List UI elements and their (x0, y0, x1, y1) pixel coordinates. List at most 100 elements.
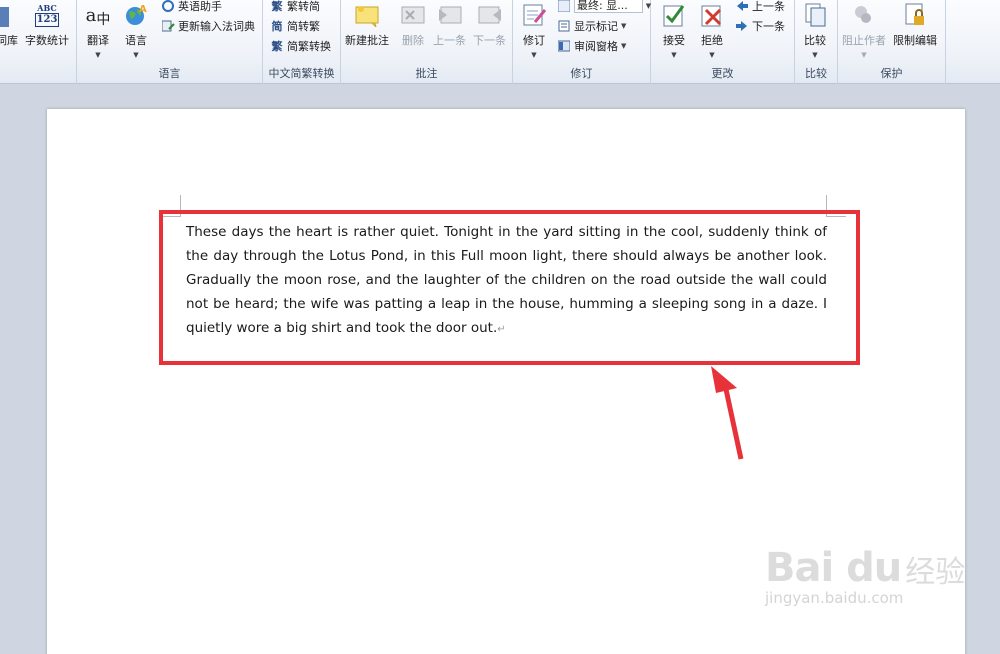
block-authors-icon (851, 2, 877, 28)
thesaurus-icon (0, 6, 20, 28)
track-changes-button[interactable]: 修订 ▼ (521, 0, 547, 59)
simp-to-trad-button[interactable]: 简 简转繁 (270, 17, 321, 35)
block-authors-button[interactable]: 阻止作者 ▼ (842, 0, 886, 59)
conversion-icon: 繁 (271, 40, 283, 53)
trad-to-simp-button[interactable]: 繁 繁转简 (270, 0, 321, 15)
watermark-cn: 经验 (905, 555, 966, 590)
language-label: 语言 (125, 34, 147, 47)
new-comment-label: 新建批注 (345, 34, 389, 47)
trad-to-simp-icon: 繁 (271, 0, 283, 13)
group-label-language: 语言 (158, 67, 181, 80)
reject-icon (699, 2, 725, 28)
thesaurus-label: 词库 (0, 34, 18, 47)
simp-to-trad-icon: 简 (271, 20, 283, 33)
conversion-button[interactable]: 繁 简繁转换 (270, 37, 332, 55)
update-ime-dict-icon (161, 19, 175, 33)
reject-button[interactable]: 拒绝 ▼ (699, 0, 725, 59)
group-compare: 比较 ▼ 比较 (795, 0, 838, 84)
new-comment-button[interactable]: 新建批注 (345, 0, 389, 48)
highlight-box (159, 210, 860, 365)
next-change-label: 下一条 (752, 20, 785, 33)
next-change-button[interactable]: 下一条 (735, 17, 785, 35)
compare-label: 比较 (804, 34, 826, 47)
block-authors-dropdown-icon[interactable]: ▼ (861, 52, 866, 59)
translate-label: 翻译 (87, 34, 109, 47)
word-count-label: 字数统计 (25, 34, 69, 47)
num-badge: 123 (34, 12, 60, 27)
group-proofing: 词库 ABC 123 字数统计 (0, 0, 77, 84)
english-assistant-button[interactable]: 英语助手 (161, 0, 222, 15)
reviewing-pane-chevron-icon[interactable]: ▼ (621, 42, 626, 50)
reviewing-pane-label: 审阅窗格 (574, 40, 618, 53)
restrict-editing-button[interactable]: 限制编辑 (893, 0, 937, 48)
translate-button[interactable]: a中 翻译 ▼ (83, 0, 113, 59)
group-changes: 接受 ▼ 拒绝 ▼ 上一条 下一条 更改 (651, 0, 795, 84)
update-ime-dict-button[interactable]: 更新输入法词典 (161, 17, 255, 35)
group-chinese-conversion: 繁 繁转简 简 简转繁 繁 简繁转换 中文简繁转换 (263, 0, 341, 84)
reject-label: 拒绝 (701, 34, 723, 47)
previous-comment-label: 上一条 (433, 34, 466, 47)
display-for-review-dropdown[interactable]: 最终: 显... ▼ (557, 0, 651, 15)
group-label-comments: 批注 (415, 67, 438, 80)
thesaurus-button[interactable]: 词库 (0, 4, 20, 48)
track-changes-icon (521, 2, 547, 28)
translate-icon: a中 (85, 4, 111, 29)
language-dropdown-icon[interactable]: ▼ (133, 52, 138, 59)
show-markup-button[interactable]: 显示标记 ▼ (557, 17, 626, 35)
previous-comment-button[interactable]: 上一条 (433, 0, 466, 48)
group-label-protect: 保护 (880, 67, 903, 80)
previous-change-label: 上一条 (752, 0, 785, 13)
svg-text:A: A (139, 4, 147, 15)
english-assistant-icon (161, 0, 175, 13)
language-globe-icon: A (123, 2, 149, 28)
delete-comment-icon (400, 2, 426, 28)
ribbon: 词库 ABC 123 字数统计 a中 翻译 ▼ A 语言 ▼ 英语助手 更新输入… (0, 0, 1000, 84)
new-comment-icon (354, 2, 380, 28)
conversion-label: 简繁转换 (287, 40, 331, 53)
next-change-icon (735, 19, 749, 33)
previous-change-icon (735, 0, 749, 13)
group-language: a中 翻译 ▼ A 语言 ▼ 英语助手 更新输入法词典 语言 (77, 0, 263, 84)
previous-change-button[interactable]: 上一条 (735, 0, 785, 15)
block-authors-label: 阻止作者 (842, 34, 886, 47)
accept-dropdown-icon[interactable]: ▼ (671, 52, 676, 59)
group-protect: 阻止作者 ▼ 限制编辑 保护 (838, 0, 946, 84)
accept-label: 接受 (663, 34, 685, 47)
baidu-watermark: Bai du 经验 jingyan.baidu.com (765, 545, 985, 635)
watermark-logo: Bai du (765, 545, 902, 591)
delete-comment-button[interactable]: 删除 (400, 0, 426, 48)
group-label-changes: 更改 (711, 67, 734, 80)
compare-button[interactable]: 比较 ▼ (802, 0, 828, 59)
reviewing-pane-icon (557, 39, 571, 53)
reject-dropdown-icon[interactable]: ▼ (709, 52, 714, 59)
show-markup-icon (557, 19, 571, 33)
show-markup-label: 显示标记 (574, 20, 618, 33)
simp-to-trad-label: 简转繁 (287, 20, 320, 33)
reviewing-pane-button[interactable]: 审阅窗格 ▼ (557, 37, 626, 55)
delete-comment-label: 删除 (402, 34, 424, 47)
update-ime-dict-label: 更新输入法词典 (178, 20, 255, 33)
word-count-button[interactable]: ABC 123 字数统计 (25, 0, 69, 48)
group-comments: 新建批注 删除 上一条 下一条 批注 (341, 0, 513, 84)
track-changes-label: 修订 (523, 34, 545, 47)
trad-to-simp-label: 繁转简 (287, 0, 320, 13)
accept-button[interactable]: 接受 ▼ (661, 0, 687, 59)
previous-comment-icon (437, 2, 463, 28)
translate-dropdown-icon[interactable]: ▼ (95, 52, 100, 59)
compare-dropdown-icon[interactable]: ▼ (812, 52, 817, 59)
track-changes-dropdown-icon[interactable]: ▼ (531, 52, 536, 59)
language-button[interactable]: A 语言 ▼ (123, 0, 149, 59)
restrict-editing-icon (902, 2, 928, 28)
group-label-tracking: 修订 (570, 67, 593, 80)
compare-icon (802, 2, 828, 28)
display-for-review-value: 最终: 显... (574, 0, 643, 13)
abc-badge: ABC (37, 2, 57, 13)
show-markup-chevron-icon[interactable]: ▼ (621, 22, 626, 30)
next-comment-button[interactable]: 下一条 (473, 0, 506, 48)
accept-icon (661, 2, 687, 28)
display-for-review-icon (557, 0, 571, 13)
group-label-compare: 比较 (805, 67, 827, 80)
group-tracking: 修订 ▼ 最终: 显... ▼ 显示标记 ▼ 审阅窗格 ▼ 修订 (513, 0, 651, 84)
word-count-icon: ABC 123 (34, 2, 60, 28)
next-comment-label: 下一条 (473, 34, 506, 47)
